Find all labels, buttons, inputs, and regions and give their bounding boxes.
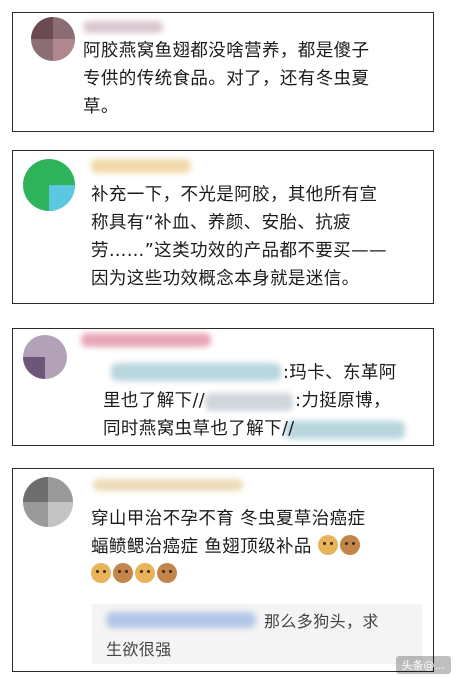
reply-block: 那么多狗头，求 生欲很强	[92, 604, 422, 664]
reply-text: 那么多狗头，求	[264, 612, 379, 631]
username-redacted	[83, 21, 163, 33]
comment-text: 里也了解下//:力挺原博，	[103, 391, 391, 411]
comment-card-2: 补充一下，不光是阿胶，其他所有宣 称具有“补血、养颜、安胎、抗疲 劳……”这类功…	[12, 150, 434, 304]
reply-text: 生欲很强	[106, 640, 172, 659]
avatar	[23, 335, 67, 379]
comment-card-3: :玛卡、东革阿 里也了解下//:力挺原博， 同时燕窝虫草也了解下//	[12, 328, 434, 446]
doge-icon	[317, 535, 338, 555]
dog-face-icon	[113, 563, 133, 583]
dog-face-icon	[339, 535, 360, 555]
watermark: 头条@...	[395, 656, 451, 674]
username-redacted	[81, 333, 211, 347]
username-redacted	[93, 479, 243, 491]
username-redacted	[91, 159, 191, 173]
comment-text: 补充一下，不光是阿胶，其他所有宣 称具有“补血、养颜、安胎、抗疲 劳……”这类功…	[91, 185, 387, 289]
comment-text: 同时燕窝虫草也了解下//	[103, 419, 295, 439]
reply-author-redacted	[106, 612, 256, 628]
dog-face-icon	[157, 563, 177, 583]
avatar	[31, 17, 75, 61]
avatar	[23, 477, 73, 527]
comment-text: 阿胶燕窝鱼翅都没啥营养，都是傻子 专供的传统食品。对了，还有冬虫夏 草。	[83, 41, 370, 117]
doge-icon	[135, 563, 155, 583]
doge-icon	[91, 563, 111, 583]
avatar	[23, 159, 75, 211]
comment-text: 穿山甲治不孕不育 冬虫夏草治癌症 蝠鲼鳃治癌症 鱼翅顶级补品	[91, 505, 431, 589]
comment-card-1: 阿胶燕窝鱼翅都没啥营养，都是傻子 专供的传统食品。对了，还有冬虫夏 草。	[12, 12, 434, 132]
comment-text: :玛卡、东革阿	[283, 363, 397, 383]
